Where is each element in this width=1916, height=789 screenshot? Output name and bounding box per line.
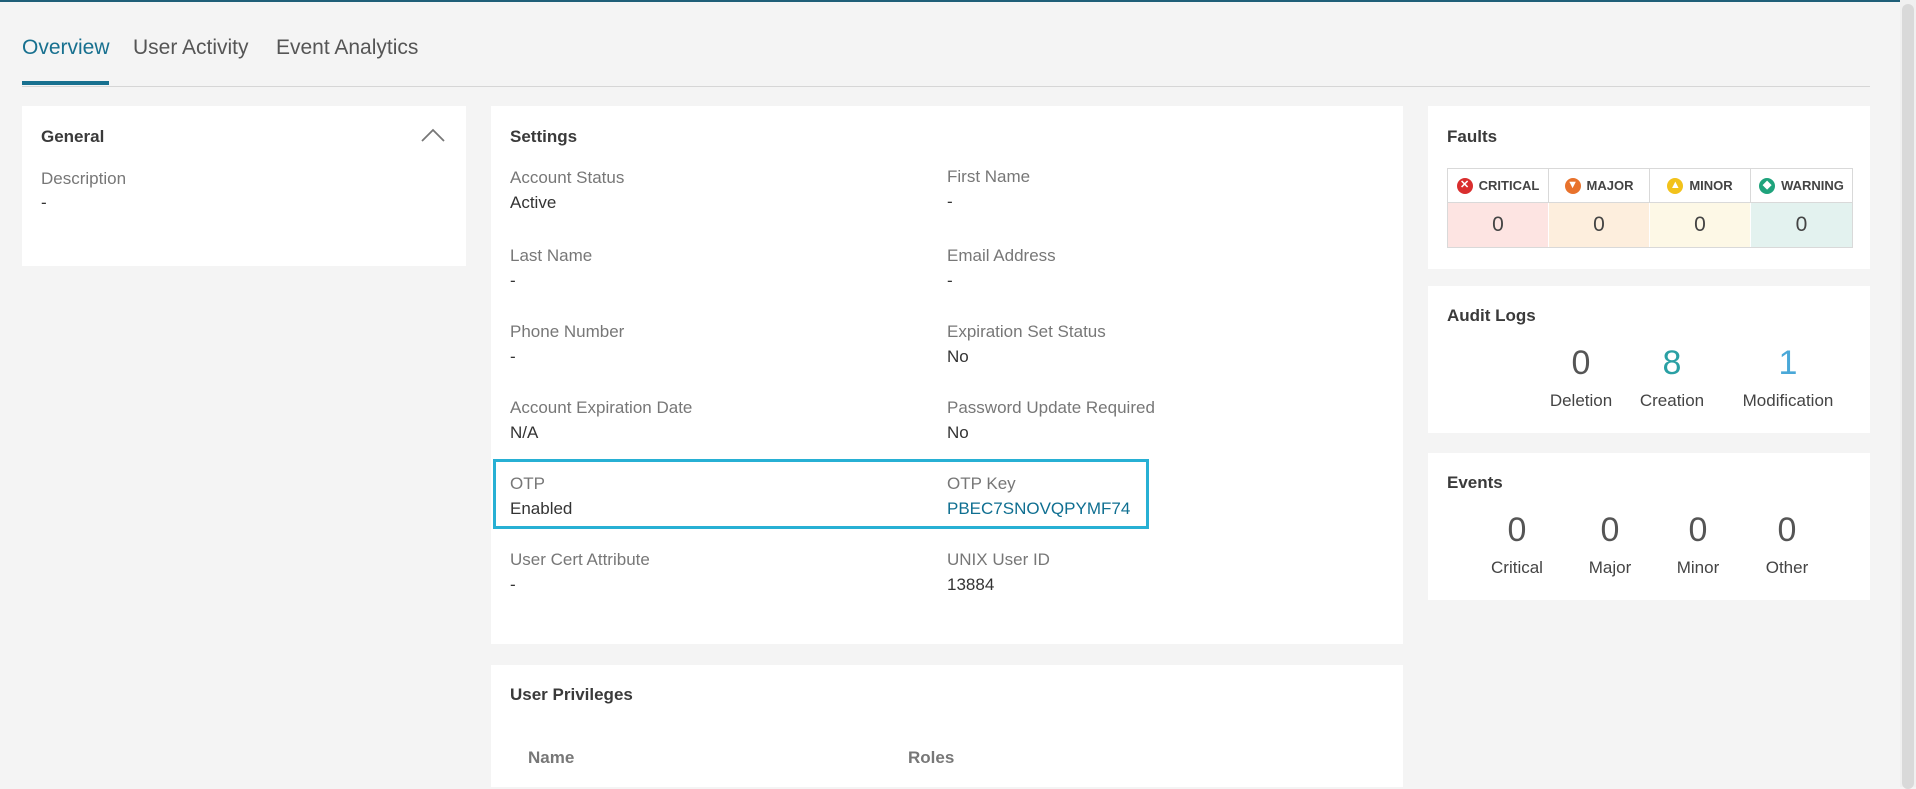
- events-other-count[interactable]: 0: [1727, 511, 1847, 550]
- major-fault-count[interactable]: 0: [1549, 203, 1650, 247]
- critical-icon: ✕: [1456, 177, 1473, 194]
- user-privileges-title: User Privileges: [510, 685, 633, 704]
- description-value: -: [41, 193, 47, 212]
- account-expiration-date-value: N/A: [510, 423, 539, 442]
- audit-logs-card: Audit Logs 0 Deletion 8 Creation 1 Modif…: [1428, 286, 1870, 433]
- otp-highlight-box: [493, 459, 1149, 529]
- events-card: Events 0 Critical 0 Major 0 Minor 0 Othe…: [1428, 453, 1870, 600]
- phone-number-value: -: [510, 347, 516, 366]
- audit-logs-title: Audit Logs: [1447, 306, 1536, 325]
- faults-header-major: ▼ MAJOR: [1549, 169, 1650, 203]
- tab-bar: Overview User Activity Event Analytics: [22, 0, 1870, 87]
- warning-fault-count[interactable]: 0: [1751, 203, 1852, 247]
- account-status-label: Account Status: [510, 168, 625, 187]
- password-update-required-label: Password Update Required: [947, 398, 1155, 417]
- faults-header-critical: ✕ CRITICAL: [1448, 169, 1549, 203]
- events-title: Events: [1447, 473, 1503, 492]
- collapse-chevron-icon[interactable]: [420, 126, 446, 146]
- password-update-required-value: No: [947, 423, 969, 442]
- last-name-label: Last Name: [510, 246, 593, 265]
- user-cert-attribute-value: -: [510, 575, 516, 594]
- critical-fault-count[interactable]: 0: [1448, 203, 1549, 247]
- minor-icon: ▲: [1667, 177, 1684, 194]
- faults-title: Faults: [1447, 127, 1498, 146]
- settings-card: Settings Account Status Active First Nam…: [491, 106, 1403, 644]
- unix-user-id-label: UNIX User ID: [947, 550, 1050, 569]
- description-label: Description: [41, 169, 127, 188]
- column-header-name[interactable]: Name: [528, 748, 574, 768]
- general-card: General Description -: [22, 106, 466, 266]
- phone-number-label: Phone Number: [510, 322, 625, 341]
- faults-header-warning: ◆ WARNING: [1751, 169, 1852, 203]
- vertical-scrollbar-thumb[interactable]: [1902, 4, 1914, 789]
- account-status-value: Active: [510, 193, 557, 212]
- creation-count[interactable]: 8: [1612, 344, 1732, 383]
- major-icon: ▼: [1564, 177, 1581, 194]
- general-title: General: [41, 127, 105, 146]
- critical-label: CRITICAL: [1478, 178, 1540, 193]
- tab-overview[interactable]: Overview: [22, 36, 110, 60]
- creation-label: Creation: [1639, 391, 1705, 410]
- first-name-value: -: [947, 192, 953, 211]
- modification-label: Modification: [1742, 391, 1834, 410]
- tab-event-analytics[interactable]: Event Analytics: [276, 36, 418, 60]
- minor-fault-count[interactable]: 0: [1650, 203, 1751, 247]
- email-address-value: -: [947, 271, 953, 290]
- email-address-label: Email Address: [947, 246, 1056, 265]
- expiration-set-status-label: Expiration Set Status: [947, 322, 1106, 341]
- warning-icon: ◆: [1759, 177, 1776, 194]
- faults-table: ✕ CRITICAL ▼ MAJOR ▲ MINOR ◆ WARNING 0 0…: [1447, 168, 1853, 248]
- account-expiration-date-label: Account Expiration Date: [510, 398, 693, 417]
- modification-count[interactable]: 1: [1728, 344, 1848, 383]
- column-header-roles[interactable]: Roles: [908, 748, 954, 768]
- events-other-label: Other: [1765, 558, 1809, 577]
- settings-title: Settings: [510, 127, 578, 146]
- expiration-set-status-value: No: [947, 347, 969, 366]
- faults-header-minor: ▲ MINOR: [1650, 169, 1751, 203]
- warning-label: WARNING: [1781, 178, 1844, 193]
- first-name-label: First Name: [947, 167, 1031, 186]
- user-privileges-card: User Privileges Name Roles: [491, 665, 1403, 787]
- active-tab-indicator: [22, 81, 109, 85]
- unix-user-id-value: 13884: [947, 575, 995, 594]
- minor-label: MINOR: [1689, 178, 1733, 193]
- tab-user-activity[interactable]: User Activity: [133, 36, 249, 60]
- last-name-value: -: [510, 271, 516, 290]
- major-label: MAJOR: [1586, 178, 1634, 193]
- user-cert-attribute-label: User Cert Attribute: [510, 550, 650, 569]
